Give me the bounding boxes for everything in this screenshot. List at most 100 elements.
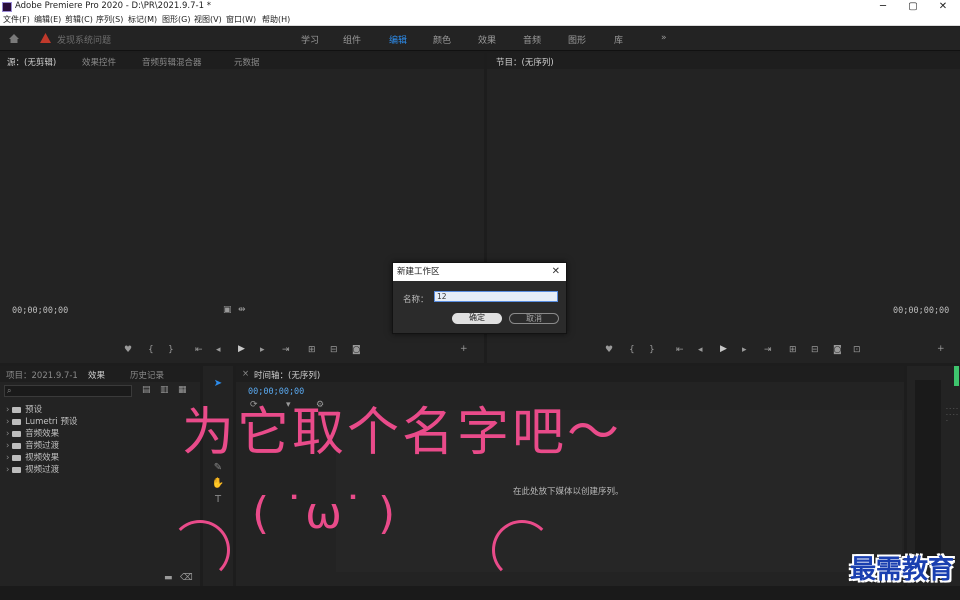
hand-tool-icon[interactable]: ✋ (211, 478, 225, 492)
tab-history[interactable]: 历史记录 (130, 369, 164, 381)
button-editor-icon[interactable]: ⊡ (853, 345, 861, 355)
go-to-out-icon[interactable]: ⇥ (764, 345, 772, 355)
add-marker-icon[interactable]: ♥ (124, 345, 132, 355)
tree-item-label: 音频过渡 (25, 441, 60, 451)
tree-item-label: 预设 (25, 405, 43, 415)
title-bar: Adobe Premiere Pro 2020 - D:\PR\2021.9.7… (0, 0, 960, 14)
name-label: 名称： (403, 295, 429, 305)
dialog-close-button[interactable]: ✕ (552, 263, 560, 281)
camera-icon[interactable]: ◙ (352, 345, 361, 355)
ok-button[interactable]: 确定 (452, 313, 502, 324)
ws-tab-libraries[interactable]: 库 (614, 33, 623, 46)
tab-project[interactable]: 项目：2021.9.7-1 (6, 369, 78, 381)
add-button-icon[interactable]: + (460, 344, 468, 354)
mark-out-icon[interactable]: } (649, 345, 655, 355)
system-alert-text[interactable]: 发现系统问题 (57, 33, 111, 46)
new-workspace-dialog: 新建工作区 ✕ 名称： 12 确定 取消 (392, 262, 567, 334)
timeline-empty-message: 在此处放下媒体以创建序列。 (513, 487, 624, 497)
play-icon[interactable]: ▶ (238, 344, 245, 354)
lift-icon[interactable]: ⊞ (789, 345, 797, 355)
home-icon[interactable] (8, 33, 20, 44)
type-tool-icon[interactable]: T (211, 494, 225, 508)
tab-timeline[interactable]: 时间轴：(无序列) (254, 369, 320, 381)
audio-meter-track (915, 380, 941, 566)
tab-program[interactable]: 节目：(无序列) (496, 56, 554, 68)
maximize-button[interactable]: ▢ (898, 0, 928, 14)
step-forward-icon[interactable]: ▸ (742, 345, 747, 355)
tree-item-video-effects[interactable]: › 视频效果 (6, 451, 59, 463)
mark-in-icon[interactable]: { (629, 345, 635, 355)
overlay-kaomoji: ( ˙ω˙ ) (252, 488, 396, 539)
tree-item-video-transitions[interactable]: › 视频过渡 (6, 463, 59, 475)
menu-file[interactable]: 文件(F) (3, 14, 30, 26)
tab-audio-clip-mixer[interactable]: 音频剪辑混合器 (142, 56, 202, 68)
workspace-name-input[interactable]: 12 (434, 291, 558, 302)
go-to-in-icon[interactable]: ⇤ (676, 345, 684, 355)
tab-effects[interactable]: 效果 (88, 369, 105, 381)
menu-view[interactable]: 视图(V) (194, 14, 222, 26)
program-panel-tabs: 节目：(无序列) (487, 53, 960, 69)
tree-item-label: 音频效果 (25, 429, 60, 439)
ws-tab-color[interactable]: 颜色 (433, 33, 451, 46)
close-tab-icon[interactable]: × (242, 369, 249, 379)
warning-icon[interactable] (40, 33, 51, 43)
insert-icon[interactable]: ⊞ (308, 345, 316, 355)
tree-item-label: Lumetri 预设 (25, 417, 78, 427)
folder-icon (12, 442, 22, 449)
tab-source[interactable]: 源：(无剪辑) (7, 56, 56, 68)
workspace-bar: 发现系统问题 学习 组件 编辑 颜色 效果 音频 图形 库 » (0, 27, 960, 51)
step-back-icon[interactable]: ◂ (698, 345, 703, 355)
cancel-button[interactable]: 取消 (509, 313, 559, 324)
menu-sequence[interactable]: 序列(S) (96, 14, 123, 26)
overlay-caption: 为它取个名字吧～ (182, 403, 623, 463)
close-button[interactable]: ✕ (928, 0, 958, 14)
mark-in-icon[interactable]: { (148, 345, 154, 355)
step-forward-icon[interactable]: ▸ (260, 345, 265, 355)
tab-effect-controls[interactable]: 效果控件 (82, 56, 116, 68)
settings-icon[interactable]: ▣ (223, 305, 232, 315)
folder-icon (12, 430, 22, 437)
tree-item-audio-transitions[interactable]: › 音频过渡 (6, 439, 59, 451)
ws-tab-graphics[interactable]: 图形 (568, 33, 586, 46)
tree-item-presets[interactable]: › 预设 (6, 403, 42, 415)
menu-graphics[interactable]: 图形(G) (162, 14, 190, 26)
export-frame-icon[interactable]: ⇹ (238, 305, 246, 315)
overwrite-icon[interactable]: ⊟ (330, 345, 338, 355)
program-timecode[interactable]: 00;00;00;00 (893, 306, 949, 316)
play-icon[interactable]: ▶ (720, 344, 727, 354)
add-button-icon[interactable]: + (937, 344, 945, 354)
menu-markers[interactable]: 标记(M) (128, 14, 157, 26)
overlay-arc-left (170, 520, 230, 580)
watermark-logo: 最需教育 (849, 555, 954, 585)
go-to-out-icon[interactable]: ⇥ (282, 345, 290, 355)
32bit-effects-icon[interactable]: ▥ (160, 385, 169, 395)
window-title: Adobe Premiere Pro 2020 - D:\PR\2021.9.7… (15, 1, 211, 11)
ws-tab-assembly[interactable]: 组件 (343, 33, 361, 46)
add-marker-icon[interactable]: ♥ (605, 345, 613, 355)
ws-tab-editing[interactable]: 编辑 (389, 33, 407, 46)
tree-item-audio-effects[interactable]: › 音频效果 (6, 427, 59, 439)
go-to-in-icon[interactable]: ⇤ (195, 345, 203, 355)
camera-icon[interactable]: ◙ (833, 345, 842, 355)
ws-tab-learn[interactable]: 学习 (301, 33, 319, 46)
ws-tab-effects[interactable]: 效果 (478, 33, 496, 46)
menu-edit[interactable]: 编辑(E) (34, 14, 61, 26)
minimize-button[interactable]: ─ (868, 0, 898, 14)
effects-search-input[interactable]: ⌕ (4, 385, 132, 397)
ws-tab-audio[interactable]: 音频 (523, 33, 541, 46)
mark-out-icon[interactable]: } (168, 345, 174, 355)
tab-metadata[interactable]: 元数据 (234, 56, 260, 68)
menu-window[interactable]: 窗口(W) (226, 14, 256, 26)
extract-icon[interactable]: ⊟ (811, 345, 819, 355)
step-back-icon[interactable]: ◂ (216, 345, 221, 355)
status-bar (0, 586, 960, 600)
search-icon: ⌕ (7, 386, 12, 395)
source-timecode[interactable]: 00;00;00;00 (12, 306, 68, 316)
tree-item-lumetri[interactable]: › Lumetri 预设 (6, 415, 77, 427)
ws-more-button[interactable]: » (661, 33, 667, 43)
menu-help[interactable]: 帮助(H) (262, 14, 290, 26)
menu-clip[interactable]: 剪辑(C) (65, 14, 93, 26)
tree-item-label: 视频过渡 (25, 465, 60, 475)
new-bin-icon[interactable]: ▬ (164, 573, 173, 583)
accelerated-effects-icon[interactable]: ▤ (142, 385, 151, 395)
